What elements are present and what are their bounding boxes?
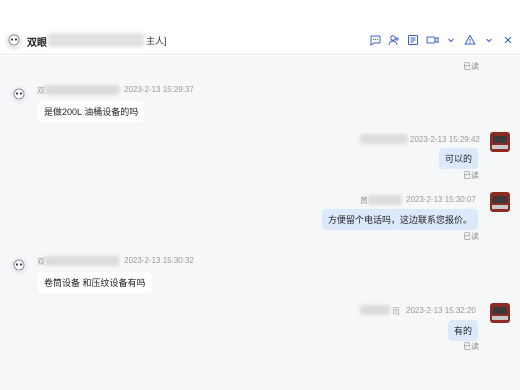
message-bubble[interactable]: 是做200L 油桶设备的吗	[38, 101, 145, 122]
message-time: 2023-2-13 15:32:20	[406, 306, 476, 315]
message-time: 2023-2-13 15:29:37	[124, 85, 194, 94]
read-status: 已读	[463, 232, 479, 241]
chat-header: 双眼 主人]	[0, 27, 520, 55]
sender-name: 双	[37, 257, 45, 266]
redacted-name	[360, 305, 390, 315]
contact-add-icon[interactable]	[386, 31, 402, 49]
redacted-name	[45, 256, 119, 266]
my-avatar[interactable]	[490, 303, 510, 323]
message-bubble[interactable]: 有的	[447, 320, 478, 341]
contact-name: 双眼	[27, 38, 47, 49]
message-time: 2023-2-13 15:29:42	[410, 135, 480, 144]
message-bubble[interactable]: 可以的	[438, 148, 478, 169]
expand-icon[interactable]	[500, 31, 516, 49]
chat-area: 已读 双 2023-2-13 15:29:37 是做200L 油桶设备的吗 20…	[0, 56, 520, 390]
message-bubble[interactable]: 方便留个电话吗，这边联系您报价。	[321, 209, 478, 230]
sender-name: 司	[392, 307, 400, 316]
contact-name-suffix: 主人]	[146, 36, 167, 46]
sender-name: 双	[37, 86, 45, 95]
redacted-name	[360, 134, 408, 144]
sender-name: 黄	[360, 196, 368, 205]
alert-icon[interactable]	[462, 31, 478, 49]
sender-avatar[interactable]	[10, 257, 28, 275]
redacted-name	[368, 195, 402, 205]
note-icon[interactable]	[405, 31, 421, 49]
message-bubble[interactable]: 卷筒设备 和压纹设备有吗	[38, 272, 152, 293]
redacted-name	[45, 85, 119, 95]
sender-avatar[interactable]	[10, 86, 28, 104]
read-status: 已读	[463, 342, 479, 351]
message-time: 2023-2-13 15:30:07	[406, 195, 476, 204]
read-status: 已读	[463, 171, 479, 180]
redacted-name	[48, 33, 144, 47]
more-down-icon[interactable]	[481, 31, 497, 49]
my-avatar[interactable]	[490, 132, 510, 152]
my-avatar[interactable]	[490, 192, 510, 212]
header-toolbar	[367, 31, 516, 49]
video-icon[interactable]	[424, 31, 440, 49]
message-time: 2023-2-13 15:30:32	[124, 256, 194, 265]
more-down-icon[interactable]	[443, 31, 459, 49]
contact-avatar[interactable]	[5, 32, 23, 50]
read-status: 已读	[463, 62, 479, 71]
chat-bubble-icon[interactable]	[367, 31, 383, 49]
